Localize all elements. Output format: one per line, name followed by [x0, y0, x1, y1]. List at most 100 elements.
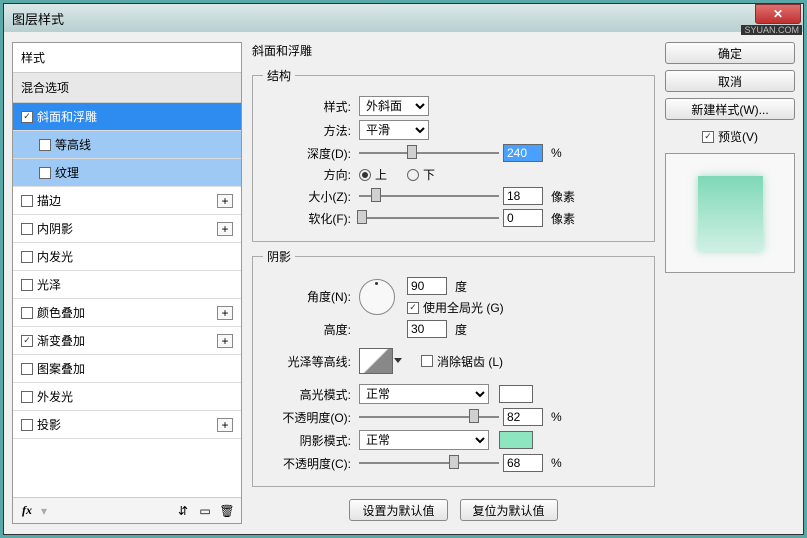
close-button[interactable]: ✕: [755, 4, 801, 24]
style-item-6[interactable]: 光泽: [13, 271, 241, 299]
altitude-label: 高度:: [263, 321, 351, 338]
reset-default-button[interactable]: 复位为默认值: [460, 499, 558, 521]
opacity1-slider[interactable]: [359, 409, 499, 425]
style-item-checkbox[interactable]: [21, 419, 33, 431]
up-down-icon[interactable]: ⇵: [175, 503, 191, 519]
styles-header[interactable]: 样式: [13, 43, 241, 73]
ok-button[interactable]: 确定: [665, 42, 795, 64]
gloss-contour-label: 光泽等高线:: [263, 353, 351, 370]
opacity2-label: 不透明度(C):: [263, 455, 351, 472]
style-item-2[interactable]: 纹理: [13, 159, 241, 187]
style-item-4[interactable]: 内阴影 +: [13, 215, 241, 243]
global-light-checkbox[interactable]: [407, 302, 419, 314]
style-item-checkbox[interactable]: [21, 195, 33, 207]
styles-sidebar: 样式 混合选项 斜面和浮雕等高线纹理描边 + 内阴影 + 内发光光泽颜色叠加+ 渐变叠加 +…: [12, 42, 242, 524]
depth-label: 深度(D):: [263, 145, 351, 162]
set-default-button[interactable]: 设置为默认值: [349, 499, 447, 521]
add-effect-button[interactable]: +: [217, 418, 233, 432]
soften-unit: 像素: [551, 210, 575, 227]
opacity1-label: 不透明度(O):: [263, 409, 351, 426]
direction-up-label: 上: [375, 166, 387, 183]
depth-input[interactable]: [503, 144, 543, 162]
size-unit: 像素: [551, 188, 575, 205]
cancel-button[interactable]: 取消: [665, 70, 795, 92]
titlebar: 图层样式 ✕ SYUAN.COM: [4, 4, 803, 32]
structure-legend: 结构: [263, 67, 295, 84]
style-item-label: 等高线: [55, 136, 91, 153]
preview-swatch: [698, 176, 763, 251]
style-item-checkbox[interactable]: [21, 391, 33, 403]
default-buttons-row: 设置为默认值 复位为默认值: [252, 499, 655, 521]
direction-down-radio[interactable]: [407, 169, 419, 181]
highlight-color-swatch[interactable]: [499, 385, 533, 403]
blending-options[interactable]: 混合选项: [13, 73, 241, 103]
direction-down-label: 下: [423, 166, 435, 183]
style-item-label: 内阴影: [37, 220, 73, 237]
preview-checkbox[interactable]: [702, 131, 714, 143]
method-label: 方法:: [263, 122, 351, 139]
style-item-checkbox[interactable]: [21, 335, 33, 347]
style-item-label: 图案叠加: [37, 360, 85, 377]
layer-style-dialog: 图层样式 ✕ SYUAN.COM 样式 混合选项 斜面和浮雕等高线纹理描边+内阴…: [3, 3, 804, 535]
style-item-5[interactable]: 内发光: [13, 243, 241, 271]
structure-group: 结构 样式: 外斜面 方法: 平滑 深度(D): % 方向:: [252, 67, 655, 242]
style-item-checkbox[interactable]: [21, 307, 33, 319]
style-item-8[interactable]: 渐变叠加 +: [13, 327, 241, 355]
style-item-10[interactable]: 外发光: [13, 383, 241, 411]
style-item-checkbox[interactable]: [39, 139, 51, 151]
depth-unit: %: [551, 146, 562, 160]
gloss-contour-picker[interactable]: [359, 348, 393, 374]
style-item-checkbox[interactable]: [21, 363, 33, 375]
style-item-3[interactable]: 描边 +: [13, 187, 241, 215]
style-item-checkbox[interactable]: [21, 251, 33, 263]
direction-label: 方向:: [263, 166, 351, 183]
style-item-checkbox[interactable]: [21, 279, 33, 291]
size-label: 大小(Z):: [263, 188, 351, 205]
add-effect-button[interactable]: +: [217, 194, 233, 208]
opacity2-slider[interactable]: [359, 455, 499, 471]
soften-slider[interactable]: [359, 210, 499, 226]
altitude-input[interactable]: [407, 320, 447, 338]
style-select[interactable]: 外斜面: [359, 96, 429, 116]
add-effect-button[interactable]: +: [217, 306, 233, 320]
style-item-0[interactable]: 斜面和浮雕: [13, 103, 241, 131]
add-effect-button[interactable]: +: [217, 222, 233, 236]
highlight-mode-label: 高光模式:: [263, 386, 351, 403]
add-effect-button[interactable]: +: [217, 334, 233, 348]
shadow-color-swatch[interactable]: [499, 431, 533, 449]
style-item-label: 渐变叠加: [37, 332, 85, 349]
depth-slider[interactable]: [359, 145, 499, 161]
style-item-checkbox[interactable]: [39, 167, 51, 179]
shadow-group: 阴影 角度(N): 度 使用全局光 (G): [252, 248, 655, 487]
antialias-checkbox[interactable]: [421, 355, 433, 367]
style-item-checkbox[interactable]: [21, 223, 33, 235]
shadow-legend: 阴影: [263, 248, 295, 265]
angle-dial[interactable]: [359, 279, 395, 315]
soften-input[interactable]: [503, 209, 543, 227]
trash-icon[interactable]: 🗑: [219, 503, 235, 519]
style-item-1[interactable]: 等高线: [13, 131, 241, 159]
opacity2-input[interactable]: [503, 454, 543, 472]
new-style-button[interactable]: 新建样式(W)...: [665, 98, 795, 120]
altitude-unit: 度: [455, 321, 467, 338]
method-select[interactable]: 平滑: [359, 120, 429, 140]
panel-title: 斜面和浮雕: [252, 42, 655, 59]
style-item-checkbox[interactable]: [21, 111, 33, 123]
watermark: SYUAN.COM: [741, 25, 802, 35]
style-item-label: 光泽: [37, 276, 61, 293]
style-item-label: 描边: [37, 192, 61, 209]
style-item-7[interactable]: 颜色叠加+: [13, 299, 241, 327]
style-item-9[interactable]: 图案叠加: [13, 355, 241, 383]
highlight-mode-select[interactable]: 正常: [359, 384, 489, 404]
style-item-11[interactable]: 投影+: [13, 411, 241, 439]
direction-up-radio[interactable]: [359, 169, 371, 181]
style-item-label: 内发光: [37, 248, 73, 265]
opacity1-input[interactable]: [503, 408, 543, 426]
shadow-mode-select[interactable]: 正常: [359, 430, 489, 450]
soften-label: 软化(F):: [263, 210, 351, 227]
angle-input[interactable]: [407, 277, 447, 295]
page-icon[interactable]: ▭: [197, 503, 213, 519]
size-input[interactable]: [503, 187, 543, 205]
fx-icon[interactable]: fx: [19, 503, 35, 519]
size-slider[interactable]: [359, 188, 499, 204]
